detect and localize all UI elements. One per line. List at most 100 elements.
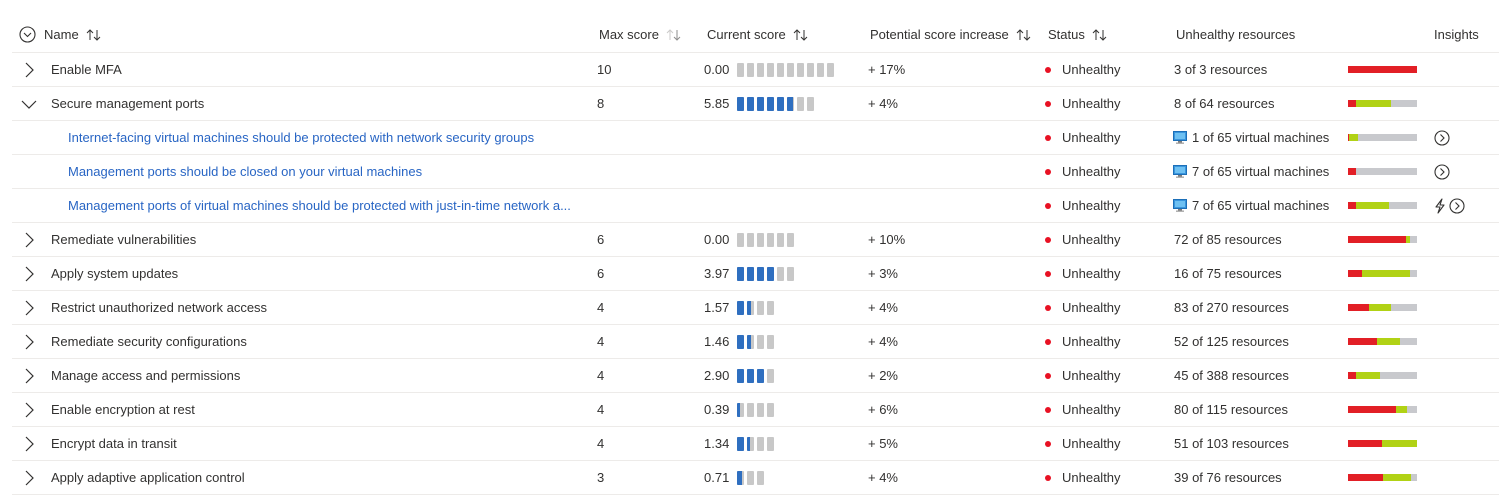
table-row[interactable]: Remediate vulnerabilities 6 0.00 + 10% Unhea… bbox=[12, 223, 1499, 257]
score-block bbox=[797, 62, 805, 77]
potential-increase: + 17% bbox=[868, 62, 906, 77]
chevron-right-icon[interactable] bbox=[19, 434, 39, 454]
score-blocks bbox=[737, 402, 777, 417]
table-row[interactable]: Manage access and permissions 4 2.90 + 2% Un… bbox=[12, 359, 1499, 393]
table-row[interactable]: Restrict unauthorized network access 4 1.5… bbox=[12, 291, 1499, 325]
chevron-right-icon[interactable] bbox=[19, 298, 39, 318]
lightning-icon[interactable] bbox=[1433, 197, 1447, 214]
column-current-score[interactable]: Current score bbox=[707, 17, 809, 52]
sort-icon[interactable] bbox=[793, 28, 809, 41]
score-block bbox=[757, 62, 765, 77]
score-block bbox=[737, 62, 745, 77]
table-row[interactable]: Encrypt data in transit 4 1.34 + 5% Unhealth… bbox=[12, 427, 1499, 461]
chevron-right-icon[interactable] bbox=[19, 332, 39, 352]
unhealthy-resources-cell: 45 of 388 resources bbox=[1174, 359, 1289, 392]
recommendation-row[interactable]: Management ports should be closed on you… bbox=[12, 155, 1499, 189]
name-cell: Management ports should be closed on you… bbox=[68, 155, 422, 188]
status-label: Unhealthy bbox=[1062, 96, 1121, 111]
health-bar-healthy bbox=[1349, 134, 1358, 141]
unhealthy-resources-cell: 8 of 64 resources bbox=[1174, 87, 1274, 120]
sort-icon[interactable] bbox=[666, 28, 682, 41]
current-score-value: 2.90 bbox=[704, 368, 730, 383]
unhealthy-resources-text: 80 of 115 resources bbox=[1174, 402, 1288, 417]
score-block bbox=[737, 368, 745, 383]
sort-icon[interactable] bbox=[1016, 28, 1032, 41]
chevron-right-icon[interactable] bbox=[19, 264, 39, 284]
unhealthy-resources-text: 45 of 388 resources bbox=[1174, 368, 1289, 383]
sort-icon[interactable] bbox=[1092, 28, 1108, 41]
chevron-right-icon[interactable] bbox=[19, 366, 39, 386]
table-row[interactable]: Remediate security configurations 4 1.46 + … bbox=[12, 325, 1499, 359]
score-block bbox=[757, 470, 765, 485]
score-block bbox=[757, 300, 765, 315]
score-block bbox=[767, 436, 775, 451]
chevron-right-icon[interactable] bbox=[19, 60, 39, 80]
column-name-label: Name bbox=[44, 27, 79, 42]
score-block bbox=[737, 300, 745, 315]
table-header: Name Max score Current score Potential s… bbox=[12, 17, 1499, 53]
chevron-circle-down-icon[interactable] bbox=[19, 26, 36, 43]
status-cell: Unhealthy bbox=[1045, 291, 1121, 324]
control-name: Enable MFA bbox=[51, 62, 122, 77]
current-score-cell: 0.39 bbox=[704, 393, 777, 426]
select-all-toggle[interactable] bbox=[19, 17, 36, 52]
score-block bbox=[747, 334, 755, 349]
recommendation-row[interactable]: Internet-facing virtual machines should … bbox=[12, 121, 1499, 155]
score-block bbox=[787, 62, 795, 77]
health-bar-unhealthy bbox=[1348, 270, 1363, 277]
status-dot bbox=[1045, 100, 1051, 107]
table-row[interactable]: Apply adaptive application control 3 0.71 +… bbox=[12, 461, 1499, 495]
potential-increase: + 5% bbox=[868, 436, 898, 451]
score-block bbox=[777, 266, 785, 281]
score-block bbox=[807, 62, 815, 77]
current-score-cell: 2.90 bbox=[704, 359, 777, 392]
chevron-circle-icon[interactable] bbox=[1434, 129, 1450, 146]
status-cell: Unhealthy bbox=[1045, 325, 1121, 358]
health-bar-unhealthy bbox=[1348, 236, 1406, 243]
table-row[interactable]: Apply system updates 6 3.97 + 3% Unhealthy 16… bbox=[12, 257, 1499, 291]
chevron-right-icon[interactable] bbox=[19, 468, 39, 488]
chevron-right-icon[interactable] bbox=[19, 400, 39, 420]
current-score-value: 0.71 bbox=[704, 470, 730, 485]
recommendation-link[interactable]: Management ports should be closed on you… bbox=[68, 164, 422, 179]
table-row[interactable]: Enable MFA 10 0.00 + 17% Unhealthy 3 of 3 res… bbox=[12, 53, 1499, 87]
status-label: Unhealthy bbox=[1062, 470, 1121, 485]
health-bar bbox=[1348, 474, 1417, 481]
unhealthy-resources-text: 39 of 76 resources bbox=[1174, 470, 1282, 485]
score-blocks bbox=[737, 436, 777, 451]
column-status[interactable]: Status bbox=[1048, 17, 1108, 52]
score-block bbox=[737, 470, 745, 485]
status-cell: Unhealthy bbox=[1045, 461, 1121, 494]
current-score-value: 0.39 bbox=[704, 402, 730, 417]
chevron-down-icon[interactable] bbox=[19, 94, 39, 114]
health-bar-unhealthy bbox=[1348, 372, 1357, 379]
column-potential-increase[interactable]: Potential score increase bbox=[870, 17, 1032, 52]
score-block bbox=[777, 96, 785, 111]
health-bar-unhealthy bbox=[1348, 440, 1382, 447]
sort-icon[interactable] bbox=[86, 28, 102, 41]
health-bar-unhealthy bbox=[1348, 100, 1357, 107]
chevron-circle-icon[interactable] bbox=[1434, 163, 1450, 180]
name-cell: Management ports of virtual machines sho… bbox=[68, 189, 571, 222]
recommendation-row[interactable]: Management ports of virtual machines sho… bbox=[12, 189, 1499, 223]
status-cell: Unhealthy bbox=[1045, 155, 1121, 188]
health-bar-unhealthy bbox=[1348, 202, 1356, 209]
health-bar bbox=[1348, 372, 1417, 379]
recommendation-link[interactable]: Management ports of virtual machines sho… bbox=[68, 198, 571, 213]
column-max-score[interactable]: Max score bbox=[599, 17, 682, 52]
column-name[interactable]: Name bbox=[44, 17, 102, 52]
table-row[interactable]: Secure management ports 8 5.85 + 4% Unhealth… bbox=[12, 87, 1499, 121]
control-name: Apply adaptive application control bbox=[51, 470, 245, 485]
score-block bbox=[747, 300, 755, 315]
chevron-circle-icon[interactable] bbox=[1449, 197, 1465, 214]
table-row[interactable]: Enable encryption at rest 4 0.39 + 6% Unheal… bbox=[12, 393, 1499, 427]
recommendation-link[interactable]: Internet-facing virtual machines should … bbox=[68, 130, 534, 145]
health-bar bbox=[1348, 100, 1417, 107]
score-block bbox=[757, 96, 765, 111]
score-block bbox=[757, 436, 765, 451]
chevron-right-icon[interactable] bbox=[19, 230, 39, 250]
current-score-value: 0.00 bbox=[704, 62, 730, 77]
current-score-cell: 1.34 bbox=[704, 427, 777, 460]
score-blocks bbox=[737, 266, 797, 281]
current-score-cell: 0.71 bbox=[704, 461, 767, 494]
